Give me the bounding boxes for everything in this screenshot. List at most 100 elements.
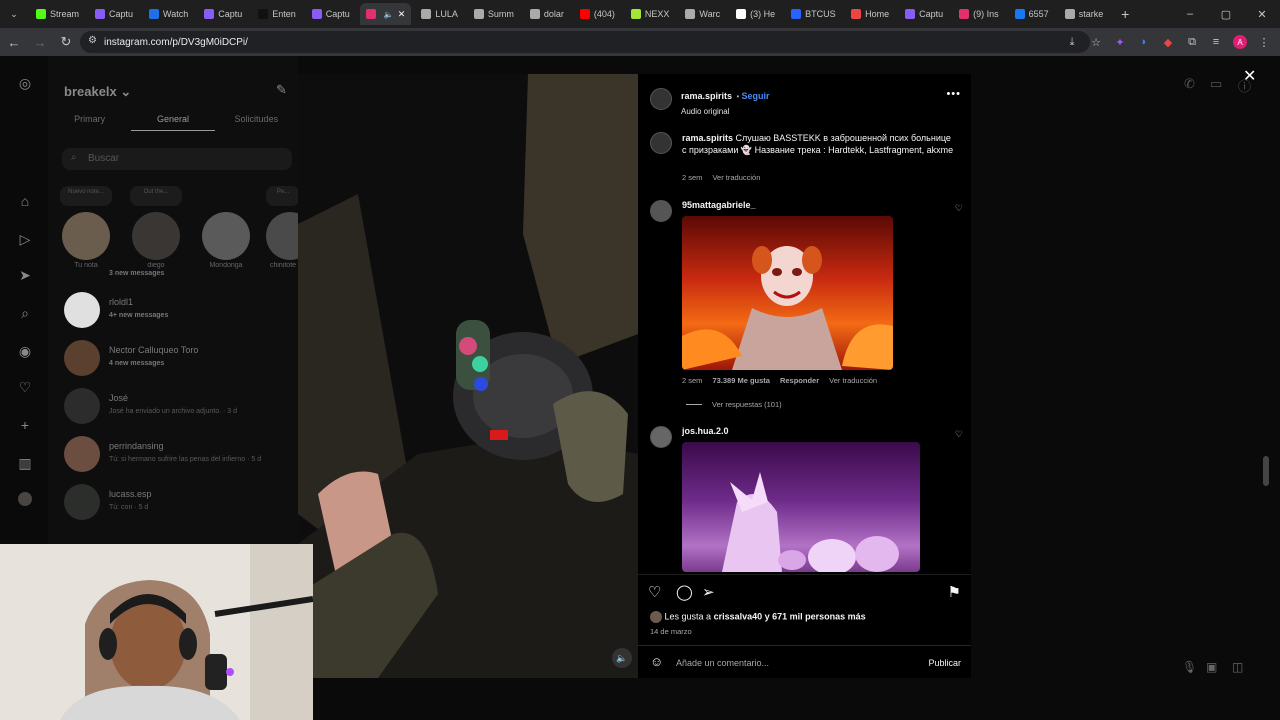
emoji-icon[interactable]: ☺ — [650, 654, 663, 669]
extension-icon[interactable]: ◗ — [1134, 32, 1154, 52]
browser-tab[interactable]: (9) Ins — [953, 3, 1005, 25]
audio-label[interactable]: Audio original — [681, 107, 770, 116]
browser-tab[interactable]: Summ — [468, 3, 520, 25]
tab-search-icon[interactable]: ⌄ — [4, 4, 24, 24]
view-replies-link[interactable]: Ver respuestas (101) — [712, 400, 782, 409]
extension-icon[interactable]: ◆ — [1158, 32, 1178, 52]
microphone-icon[interactable]: 🎙 — [1182, 660, 1197, 674]
scrollbar[interactable] — [1263, 56, 1269, 656]
image-icon[interactable]: ▣ — [1206, 660, 1217, 674]
sticker-icon[interactable]: ◫ — [1232, 660, 1243, 674]
browser-tab[interactable]: Captu — [899, 3, 949, 25]
save-bookmark-icon[interactable]: ⚑ — [948, 583, 961, 601]
search-icon[interactable]: ⌕ — [16, 304, 34, 322]
follow-button[interactable]: Seguir — [742, 91, 770, 101]
extensions-puzzle-icon[interactable]: ⧉ — [1182, 32, 1202, 52]
browser-tab[interactable]: LULA — [415, 3, 464, 25]
conversation-item[interactable]: perrindansing Tú: si hermano sufrire las … — [62, 436, 292, 476]
dashboard-icon[interactable]: ▥ — [16, 454, 34, 472]
profile-avatar[interactable]: A — [1230, 32, 1250, 52]
share-icon[interactable]: ➢ — [702, 583, 715, 601]
view-replies[interactable]: Ver respuestas (101) — [686, 400, 782, 409]
instagram-logo-icon[interactable]: ◎ — [16, 74, 34, 92]
messages-icon[interactable]: ➤ — [16, 266, 34, 284]
tab-general[interactable]: General — [131, 114, 215, 131]
publish-button[interactable]: Publicar — [928, 658, 961, 668]
comment-avatar[interactable] — [650, 426, 672, 448]
profile-icon[interactable] — [16, 490, 34, 508]
author-avatar[interactable] — [650, 88, 672, 110]
comment-input[interactable]: Añade un comentario... — [676, 658, 769, 668]
comment-username[interactable]: jos.hua.2.0 — [682, 426, 729, 436]
more-options-icon[interactable]: ••• — [946, 88, 961, 100]
author-username[interactable]: rama.spirits — [681, 91, 732, 101]
caption-username[interactable]: rama.spirits — [682, 133, 733, 143]
browser-tab[interactable]: 🔈 ✕ — [359, 3, 412, 25]
site-info-icon[interactable]: ⚙ — [88, 35, 97, 46]
caption-avatar[interactable] — [650, 132, 672, 154]
forward-icon[interactable]: → — [28, 30, 52, 54]
browser-menu-icon[interactable]: ⋮ — [1254, 32, 1274, 52]
browser-tab[interactable]: Enten — [252, 3, 302, 25]
comment-icon[interactable]: ◯ — [676, 583, 693, 601]
conversation-item[interactable]: lucass.esp Tú: con · 5 d — [62, 484, 292, 524]
browser-tab[interactable]: Captu — [89, 3, 139, 25]
note-item[interactable]: Mondonga — [200, 186, 252, 269]
back-icon[interactable]: ← — [2, 30, 26, 54]
browser-tab[interactable]: (404) — [574, 3, 621, 25]
bookmark-star-icon[interactable]: ☆ — [1086, 32, 1106, 52]
browser-tab[interactable]: Watch — [143, 3, 194, 25]
minimize-icon[interactable]: – — [1172, 0, 1208, 28]
caption-translate-link[interactable]: Ver traducción — [712, 173, 760, 182]
video-call-icon[interactable]: ▭ — [1210, 76, 1222, 92]
url-input[interactable]: ⚙ instagram.com/p/DV3gM0iDCPi/ — [80, 31, 1090, 53]
comment-likes[interactable]: 73.389 Me gusta — [712, 376, 770, 385]
home-icon[interactable]: ⌂ — [16, 192, 34, 210]
comment-avatar[interactable] — [650, 200, 672, 222]
browser-tab[interactable]: (3) He — [730, 3, 781, 25]
conversation-item[interactable]: José José ha enviado un archivo adjunto. … — [62, 388, 292, 428]
tab-audio-icon[interactable]: 🔈 — [384, 10, 394, 19]
conversation-item[interactable]: Nector Calluqueo Toro 4 new messages — [62, 340, 292, 380]
likes-summary[interactable]: Les gusta a crissalva40 y 671 mil person… — [650, 611, 866, 623]
browser-tab[interactable]: Home — [845, 3, 895, 25]
browser-tab[interactable]: BTCUS — [785, 3, 841, 25]
reels-icon[interactable]: ▷ — [16, 230, 34, 248]
reload-icon[interactable]: ↻ — [54, 30, 78, 54]
comment-username[interactable]: 95mattagabriele_ — [682, 200, 756, 210]
browser-tab[interactable]: starke — [1059, 3, 1110, 25]
note-item[interactable]: Pe... chinitote — [266, 186, 300, 269]
browser-tab[interactable]: 6557 — [1009, 3, 1055, 25]
comment-like-heart-icon[interactable]: ♡ — [955, 429, 963, 440]
tab-primary[interactable]: Primary — [48, 114, 131, 131]
scrollbar-thumb[interactable] — [1263, 456, 1269, 486]
browser-tab[interactable]: NEXX — [625, 3, 676, 25]
new-message-icon[interactable]: ✎ — [276, 82, 287, 98]
browser-tab[interactable]: dolar — [524, 3, 570, 25]
liked-user[interactable]: crissalva40 — [714, 611, 763, 621]
browser-tab[interactable]: Warc — [679, 3, 726, 25]
browser-tab[interactable]: Captu — [306, 3, 356, 25]
browser-tab[interactable]: Captu — [198, 3, 248, 25]
info-icon[interactable]: ⓘ — [1238, 76, 1251, 95]
tab-requests[interactable]: Solicitudes — [215, 114, 298, 131]
extension-icon[interactable]: ✦ — [1110, 32, 1130, 52]
new-tab-button[interactable]: + — [1115, 6, 1135, 22]
dm-search-input[interactable]: ⌕ Buscar — [62, 148, 292, 170]
create-icon[interactable]: + — [16, 416, 34, 434]
install-icon[interactable]: ⤓ — [1062, 32, 1082, 52]
browser-tab[interactable]: Stream — [30, 3, 85, 25]
post-video[interactable]: 🔈 — [298, 74, 638, 678]
conversation-item[interactable]: 3 new messages — [62, 266, 292, 286]
reply-link[interactable]: Responder — [780, 376, 819, 385]
notifications-heart-icon[interactable]: ♡ — [16, 378, 34, 396]
account-switcher[interactable]: breakelx ⌄ — [64, 84, 131, 100]
close-window-icon[interactable]: ✕ — [1244, 0, 1280, 28]
like-heart-icon[interactable]: ♡ — [648, 583, 661, 601]
comment-translate-link[interactable]: Ver traducción — [829, 376, 877, 385]
comment-like-heart-icon[interactable]: ♡ — [955, 203, 963, 214]
conversation-item[interactable]: rloldl1 4+ new messages — [62, 292, 292, 332]
note-item[interactable]: Out the... diego — [130, 186, 182, 269]
mute-icon[interactable]: 🔈 — [612, 648, 632, 668]
maximize-icon[interactable]: ▢ — [1208, 0, 1244, 28]
